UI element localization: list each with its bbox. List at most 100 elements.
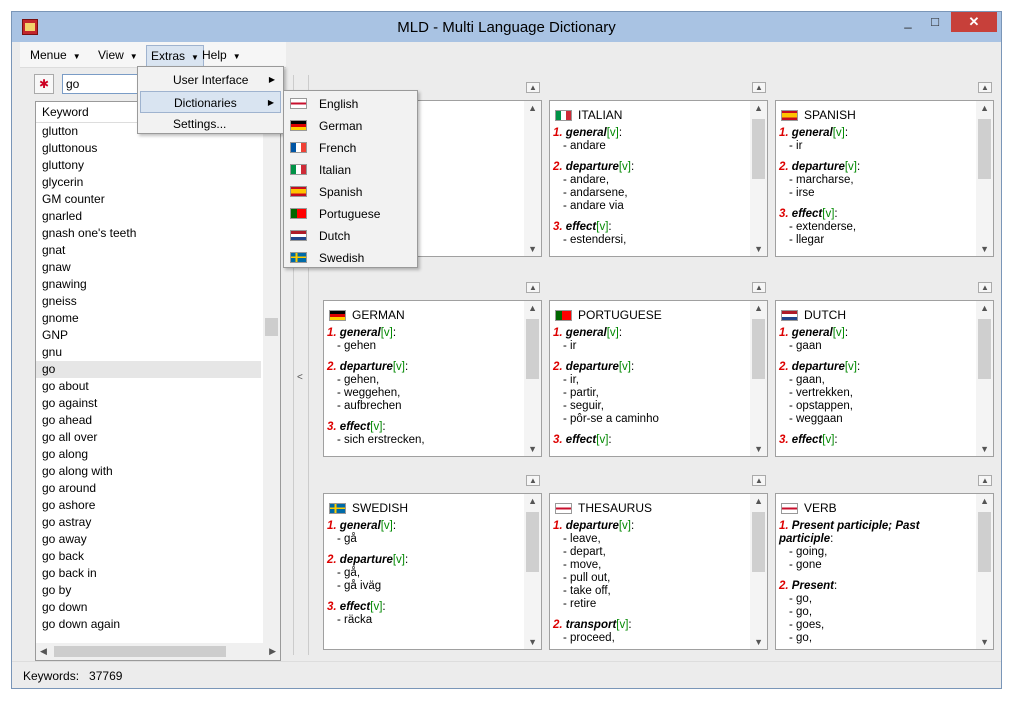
scroll-left-icon[interactable]: ◀ (40, 646, 47, 657)
collapse-panel-button[interactable]: ▲ (752, 82, 766, 93)
scroll-thumb[interactable] (526, 512, 539, 572)
list-item[interactable]: gnat (36, 242, 261, 259)
chevron-left-icon[interactable]: < (297, 372, 303, 383)
scroll-down-icon[interactable]: ▼ (980, 444, 989, 454)
list-item[interactable]: go back in (36, 565, 261, 582)
keyword-vertical-scrollbar[interactable] (263, 123, 280, 643)
list-item[interactable]: gnawing (36, 276, 261, 293)
search-flag-icon[interactable]: ✱ (34, 74, 54, 94)
list-item[interactable]: gneiss (36, 293, 261, 310)
scroll-down-icon[interactable]: ▼ (754, 244, 763, 254)
collapse-panel-button[interactable]: ▲ (526, 82, 540, 93)
scroll-down-icon[interactable]: ▼ (980, 244, 989, 254)
collapse-panel-button[interactable]: ▲ (526, 475, 540, 486)
panel-scrollbar[interactable]: ▲ ▼ (976, 301, 993, 456)
list-item[interactable]: go about (36, 378, 261, 395)
list-item[interactable]: go along (36, 446, 261, 463)
menu-item-dictionary-english[interactable]: English (286, 93, 415, 115)
menu-view[interactable]: View ▼ (94, 47, 142, 65)
menu-item-dictionary-spanish[interactable]: Spanish (286, 181, 415, 203)
scroll-thumb[interactable] (978, 119, 991, 179)
scroll-thumb[interactable] (978, 512, 991, 572)
minimize-button[interactable]: _ (895, 12, 921, 32)
scroll-thumb[interactable] (54, 646, 226, 657)
scroll-up-icon[interactable]: ▲ (980, 103, 989, 113)
list-item[interactable]: go ashore (36, 497, 261, 514)
list-item[interactable]: GM counter (36, 191, 261, 208)
scroll-thumb[interactable] (752, 119, 765, 179)
scroll-up-icon[interactable]: ▲ (754, 303, 763, 313)
scroll-thumb[interactable] (752, 319, 765, 379)
close-button[interactable]: ✕ (951, 12, 997, 32)
list-item[interactable]: go along with (36, 463, 261, 480)
list-item[interactable]: gluttonous (36, 140, 261, 157)
list-item[interactable]: gnu (36, 344, 261, 361)
collapse-panel-button[interactable]: ▲ (752, 282, 766, 293)
menu-item-dictionary-portuguese[interactable]: Portuguese (286, 203, 415, 225)
scroll-thumb[interactable] (978, 319, 991, 379)
scroll-up-icon[interactable]: ▲ (754, 103, 763, 113)
menu-extras[interactable]: Extras ▼ (146, 45, 204, 67)
collapse-panel-button[interactable]: ▲ (978, 282, 992, 293)
menu-item-dictionary-french[interactable]: French (286, 137, 415, 159)
scroll-up-icon[interactable]: ▲ (754, 496, 763, 506)
scroll-thumb[interactable] (752, 512, 765, 572)
menu-item-dictionary-swedish[interactable]: Swedish (286, 247, 415, 269)
list-item[interactable]: go back (36, 548, 261, 565)
menu-item-dictionaries[interactable]: Dictionaries ▶ (140, 91, 281, 113)
panel-scrollbar[interactable]: ▲ ▼ (750, 301, 767, 456)
collapse-panel-button[interactable]: ▲ (752, 475, 766, 486)
list-item[interactable]: gluttony (36, 157, 261, 174)
scroll-down-icon[interactable]: ▼ (754, 444, 763, 454)
list-item[interactable]: go ahead (36, 412, 261, 429)
scroll-thumb[interactable] (265, 318, 278, 336)
scroll-right-icon[interactable]: ▶ (269, 646, 276, 657)
list-item[interactable]: go down (36, 599, 261, 616)
list-item[interactable]: gnaw (36, 259, 261, 276)
scroll-up-icon[interactable]: ▲ (980, 303, 989, 313)
keyword-list[interactable]: Keyword glutton gluttonous gluttony glyceri… (35, 101, 281, 661)
list-item[interactable]: go away (36, 531, 261, 548)
menu-item-settings-[interactable]: Settings... (140, 113, 281, 135)
panel-scrollbar[interactable]: ▲ ▼ (976, 494, 993, 649)
list-item[interactable]: go astray (36, 514, 261, 531)
collapse-panel-button[interactable]: ▲ (526, 282, 540, 293)
panel-scrollbar[interactable]: ▲ ▼ (524, 494, 541, 649)
scroll-thumb[interactable] (526, 319, 539, 379)
scroll-up-icon[interactable]: ▲ (528, 103, 537, 113)
list-item[interactable]: go all over (36, 429, 261, 446)
list-item[interactable]: go down again (36, 616, 261, 633)
panel-scrollbar[interactable]: ▲ ▼ (976, 101, 993, 256)
list-item[interactable]: go by (36, 582, 261, 599)
maximize-button[interactable]: □ (922, 12, 948, 32)
scroll-down-icon[interactable]: ▼ (528, 244, 537, 254)
title-bar[interactable]: MLD - Multi Language Dictionary _ □ ✕ (12, 12, 1001, 42)
scroll-down-icon[interactable]: ▼ (980, 637, 989, 647)
list-item[interactable]: gnome (36, 310, 261, 327)
list-item[interactable]: gnarled (36, 208, 261, 225)
list-item[interactable]: glycerin (36, 174, 261, 191)
list-item[interactable]: go against (36, 395, 261, 412)
panel-scrollbar[interactable]: ▲ ▼ (750, 494, 767, 649)
collapse-panel-button[interactable]: ▲ (978, 82, 992, 93)
list-item[interactable]: GNP (36, 327, 261, 344)
scroll-up-icon[interactable]: ▲ (980, 496, 989, 506)
panel-scrollbar[interactable]: ▲ ▼ (524, 301, 541, 456)
scroll-down-icon[interactable]: ▼ (528, 637, 537, 647)
keyword-horizontal-scrollbar[interactable]: ◀ ▶ (36, 643, 280, 660)
menu-help[interactable]: Help ▼ (198, 47, 245, 65)
list-item[interactable]: go (36, 361, 261, 378)
menu-item-dictionary-italian[interactable]: Italian (286, 159, 415, 181)
scroll-down-icon[interactable]: ▼ (754, 637, 763, 647)
scroll-up-icon[interactable]: ▲ (528, 303, 537, 313)
collapse-panel-button[interactable]: ▲ (978, 475, 992, 486)
scroll-down-icon[interactable]: ▼ (528, 444, 537, 454)
menu-item-dictionary-dutch[interactable]: Dutch (286, 225, 415, 247)
panel-scrollbar[interactable]: ▲ ▼ (524, 101, 541, 256)
list-item[interactable]: gnash one's teeth (36, 225, 261, 242)
menu-menue[interactable]: Menue ▼ (26, 47, 85, 65)
scroll-up-icon[interactable]: ▲ (528, 496, 537, 506)
menu-item-user-interface[interactable]: User Interface ▶ (140, 69, 281, 91)
list-item[interactable]: go around (36, 480, 261, 497)
panel-scrollbar[interactable]: ▲ ▼ (750, 101, 767, 256)
